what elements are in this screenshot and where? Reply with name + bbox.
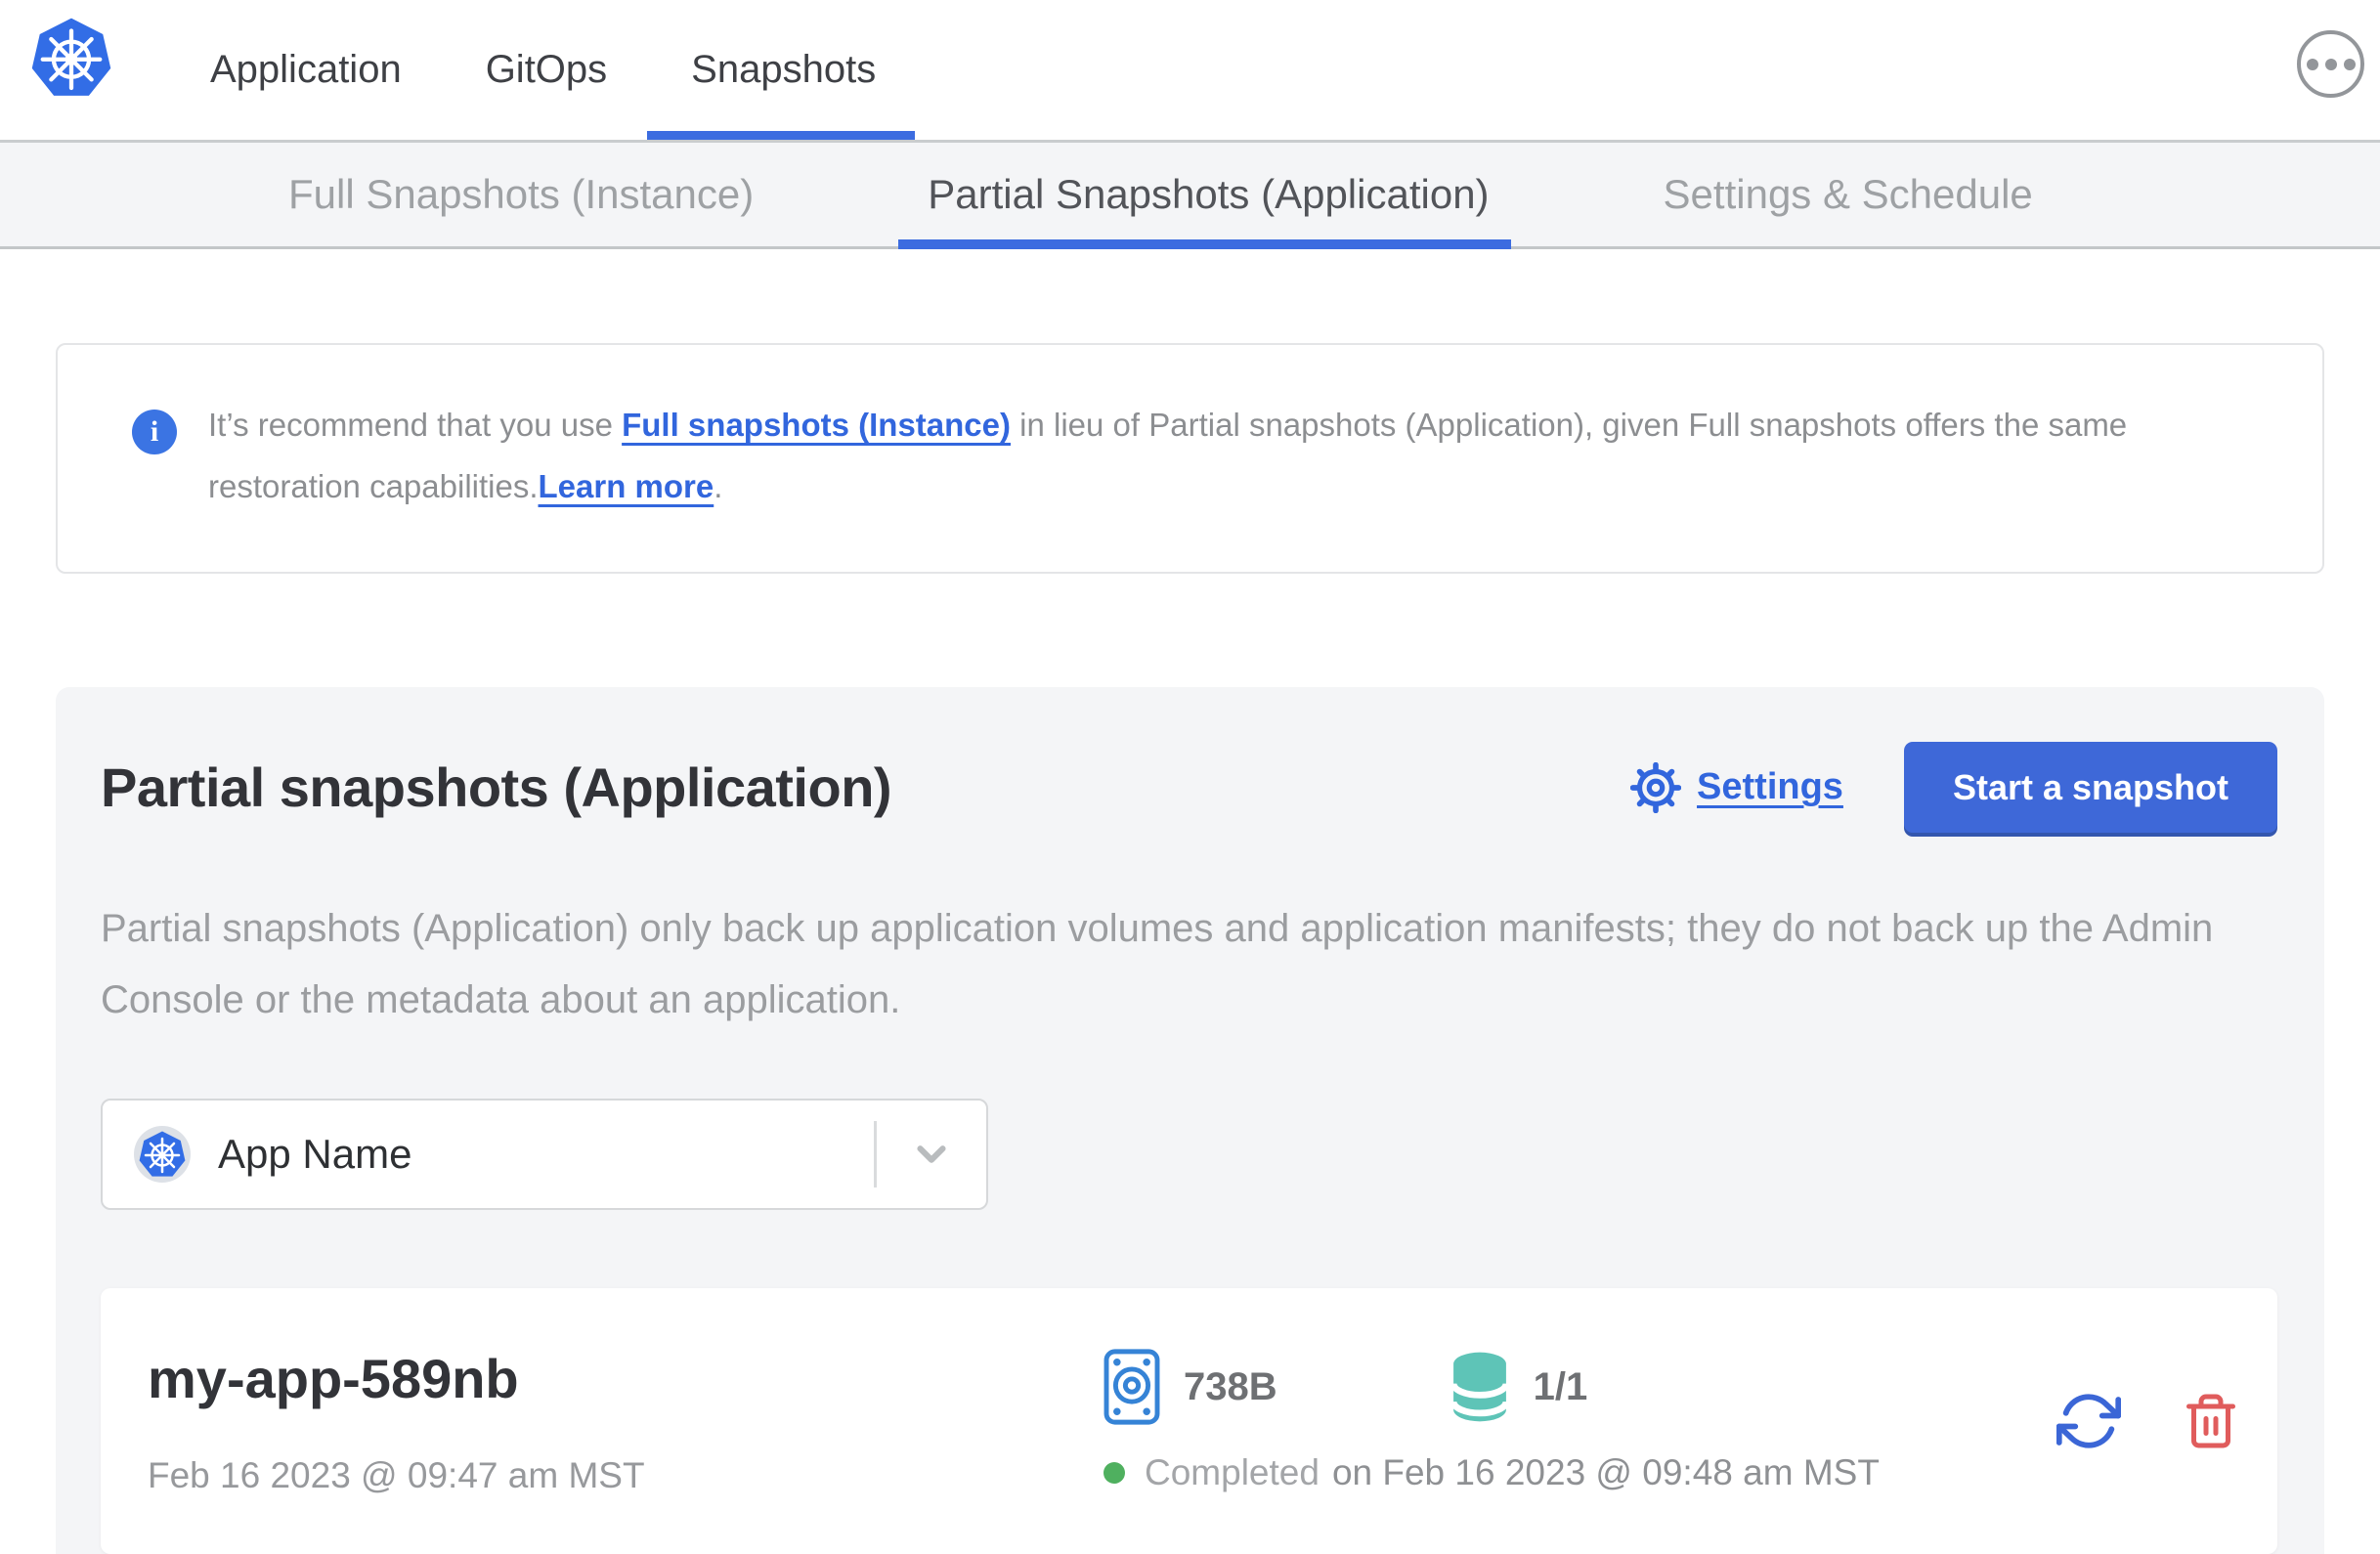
tab-full-snapshots-instance[interactable]: Full Snapshots (Instance) [288,143,754,246]
snapshot-settings-link[interactable]: Settings [1630,761,1843,813]
start-snapshot-button[interactable]: Start a snapshot [1903,742,2277,833]
app-selector-value: App Name [218,1131,412,1177]
panel-header-actions: Settings Start a snapshot [1630,742,2277,833]
snapshot-finished-timestamp: on Feb 16 2023 @ 09:48 am MST [1331,1452,1880,1492]
info-icon: i [132,410,177,454]
restore-snapshot-button[interactable] [2056,1389,2121,1453]
full-snapshots-link[interactable]: Full snapshots (Instance) [622,407,1011,443]
page-title: Partial snapshots (Application) [101,756,892,818]
tab-partial-snapshots-application[interactable]: Partial Snapshots (Application) [898,143,1511,249]
snapshot-name[interactable]: my-app-589nb [148,1347,1103,1410]
snapshot-volumes: 1/1 [1450,1351,1588,1423]
ellipsis-icon [2306,58,2318,70]
info-banner-text: It’s recommend that you use Full snapsho… [208,394,2183,517]
restore-icon [2056,1394,2121,1448]
gear-icon [1630,761,1682,813]
snapshots-subnav: Full Snapshots (Instance) Partial Snapsh… [0,140,2380,249]
ellipsis-icon [2343,58,2356,70]
trash-icon [2186,1394,2235,1448]
snapshot-status-line: Completed on Feb 16 2023 @ 09:48 am MST [1103,1452,1880,1493]
database-icon [1450,1352,1509,1422]
nav-tab-application[interactable]: Application [210,0,402,140]
panel-header: Partial snapshots (Application) Settings… [101,742,2277,833]
snapshot-size: 738B [1103,1349,1277,1425]
top-nav-bar: Application GitOps Snapshots [0,0,2380,140]
delete-snapshot-button[interactable] [2182,1390,2240,1452]
snapshot-meta: 738B 1/1 Completed on Feb 16 2023 @ 09:4… [1103,1349,1880,1493]
learn-more-link[interactable]: Learn more [539,468,714,504]
info-banner: i It’s recommend that you use Full snaps… [56,343,2324,574]
snapshot-row: my-app-589nb Feb 16 2023 @ 09:47 am MST [101,1288,2277,1554]
status-dot-icon [1103,1462,1125,1484]
snapshot-main-info: my-app-589nb Feb 16 2023 @ 09:47 am MST [148,1347,1103,1496]
kubernetes-logo-icon [31,18,111,96]
app-avatar [134,1126,191,1183]
banner-text-end: . [714,468,723,504]
selector-chevron[interactable] [877,1132,986,1177]
snapshot-meta-top: 738B 1/1 [1103,1349,1880,1425]
disk-icon [1103,1349,1160,1425]
app-name-selector[interactable]: App Name [101,1099,988,1210]
chevron-down-icon [917,1145,946,1163]
snapshot-size-value: 738B [1184,1364,1277,1408]
more-menu-button[interactable] [2297,30,2364,98]
banner-text-start: It’s recommend that you use [208,407,623,443]
kubernetes-app-icon [139,1131,186,1177]
nav-tab-snapshots[interactable]: Snapshots [647,0,916,140]
snapshot-actions [2056,1389,2240,1453]
settings-link-label: Settings [1697,766,1843,807]
partial-snapshots-panel: Partial snapshots (Application) Settings… [56,687,2324,1554]
snapshot-volumes-value: 1/1 [1533,1364,1588,1408]
tab-settings-schedule[interactable]: Settings & Schedule [1664,143,2033,246]
nav-tab-gitops[interactable]: GitOps [486,0,607,140]
panel-description: Partial snapshots (Application) only bac… [101,907,2214,1021]
top-nav-tabs: Application GitOps Snapshots [210,0,916,140]
snapshot-status: Completed [1145,1452,1320,1492]
ellipsis-icon [2324,58,2337,70]
snapshot-started-timestamp: Feb 16 2023 @ 09:47 am MST [148,1454,645,1495]
